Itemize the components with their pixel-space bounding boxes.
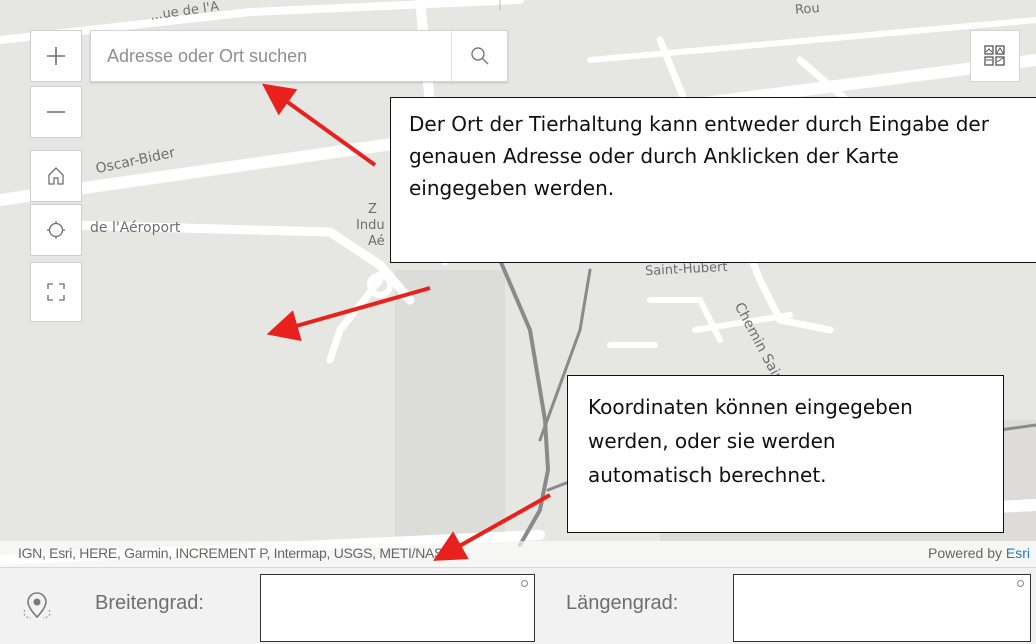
coordinates-bar: Breitengrad: Längengrad: [0,567,1036,644]
street-label: Aé [368,234,385,249]
basemap-gallery-button[interactable] [970,30,1020,82]
longitude-label: Längengrad: [566,592,679,614]
callout-line: Koordinaten können eingegeben [588,395,913,419]
search-button[interactable] [451,31,508,81]
powered-by: Powered by Esri [928,545,1030,561]
street-label: de l'Aéroport [90,220,181,236]
minus-icon [47,111,65,113]
location-hint-callout: Der Ort der Tierhaltung kann entweder du… [390,97,1036,263]
coordinates-hint-callout: Koordinaten können eingegeben werden, od… [567,375,1004,533]
locate-button[interactable] [30,204,82,256]
location-pin-icon [23,592,51,619]
fullscreen-button[interactable] [30,262,82,322]
zoom-out-button[interactable] [30,86,82,138]
input-indicator-icon [521,580,528,587]
callout-line: eingegeben werden. [409,176,615,200]
fullscreen-icon [47,283,65,301]
search-input[interactable] [91,31,449,81]
esri-link[interactable]: Esri [1006,545,1030,561]
powered-by-label: Powered by [928,545,1006,561]
search-icon [471,47,489,65]
search-widget [90,30,508,82]
home-icon [48,167,64,185]
callout-line: genauen Adresse oder durch Anklicken der… [409,144,899,168]
callout-line: Der Ort der Tierhaltung kann entweder du… [409,112,989,136]
callout-line: werden, oder sie werden [588,429,836,453]
callout-line: automatisch berechnet. [588,463,827,487]
map-attribution: IGN, Esri, HERE, Garmin, INCREMENT P, In… [0,541,1036,567]
input-indicator-icon [1017,580,1024,587]
street-label: Z [368,202,377,217]
longitude-input[interactable] [733,574,1031,642]
street-label: Rou [794,0,821,19]
street-label: Indu [356,218,385,233]
locate-icon [47,221,65,239]
latitude-input[interactable] [260,574,535,642]
home-button[interactable] [30,150,82,202]
latitude-label: Breitengrad: [95,592,204,614]
zoom-in-button[interactable] [30,30,82,82]
basemap-gallery-icon [984,45,1005,66]
plus-icon [47,47,65,65]
attribution-text: IGN, Esri, HERE, Garmin, INCREMENT P, In… [18,545,453,561]
